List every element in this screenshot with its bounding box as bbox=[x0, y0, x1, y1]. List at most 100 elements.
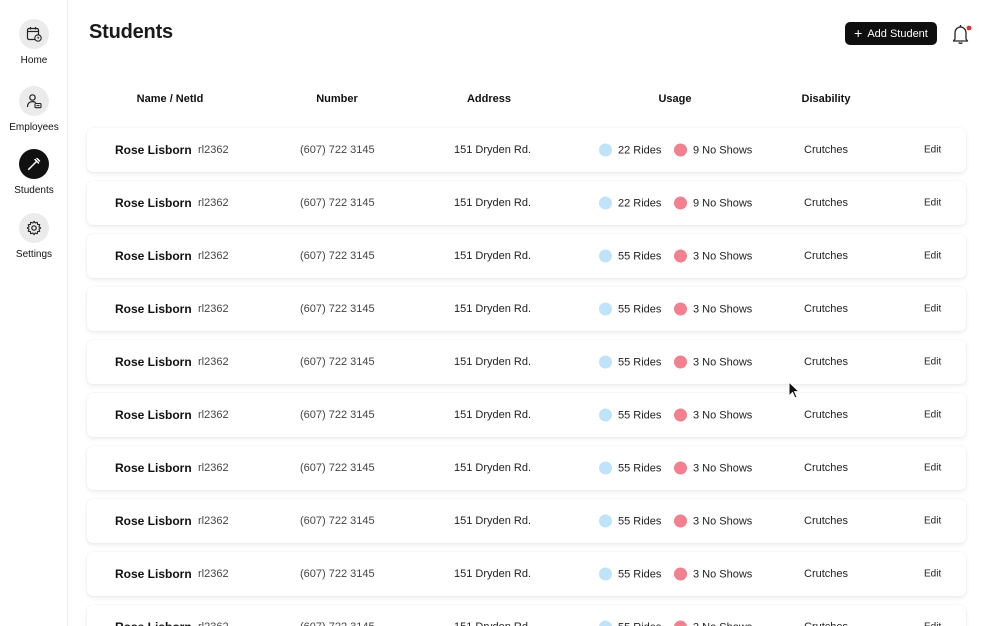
student-disability: Crutches bbox=[804, 144, 849, 156]
student-address: 151 Dryden Rd. bbox=[454, 409, 532, 421]
rides-usage: 55 Rides bbox=[599, 249, 662, 263]
no-shows-dot-icon bbox=[674, 514, 687, 528]
calendar-icon bbox=[26, 27, 42, 42]
no-shows-dot-icon bbox=[674, 249, 687, 263]
table-row: Rose Lisborn rl2362 (607) 722 3145 151 Dryd… bbox=[87, 340, 966, 384]
sidebar-item-employees[interactable]: Employees bbox=[0, 86, 68, 133]
no-shows-count: 3 No Shows bbox=[693, 303, 753, 315]
rides-count: 55 Rides bbox=[618, 568, 662, 580]
column-header-usage: Usage bbox=[658, 93, 692, 105]
rides-dot-icon bbox=[599, 249, 612, 263]
edit-button[interactable]: Edit bbox=[924, 410, 941, 421]
student-address: 151 Dryden Rd. bbox=[454, 356, 532, 368]
student-address: 151 Dryden Rd. bbox=[454, 621, 531, 626]
rides-count: 55 Rides bbox=[618, 250, 662, 262]
employees-icon bbox=[26, 94, 42, 109]
no-shows-usage: 3 No Shows bbox=[674, 461, 753, 475]
page-title: Students bbox=[89, 21, 173, 43]
student-number: (607) 722 3145 bbox=[300, 515, 375, 527]
bell-icon bbox=[952, 25, 972, 44]
student-netid: rl2362 bbox=[198, 515, 229, 527]
edit-button[interactable]: Edit bbox=[924, 357, 941, 368]
sidebar: Home Employees Students Settings bbox=[0, 0, 68, 626]
rides-usage: 55 Rides bbox=[599, 514, 662, 528]
edit-button[interactable]: Edit bbox=[924, 251, 941, 262]
table-row: Rose Lisborn rl2362 (607) 722 3145 151 Dryd… bbox=[87, 393, 966, 437]
student-netid: rl2362 bbox=[198, 462, 229, 474]
rides-dot-icon bbox=[599, 196, 612, 210]
no-shows-dot-icon bbox=[674, 355, 687, 369]
student-number: (607) 722 3145 bbox=[300, 621, 375, 626]
edit-button[interactable]: Edit bbox=[924, 569, 941, 580]
students-icon bbox=[27, 157, 41, 171]
no-shows-count: 3 No Shows bbox=[693, 462, 753, 474]
table-row: Rose Lisborn rl2362 (607) 722 3145 151 Dryd… bbox=[87, 552, 966, 596]
table-row: Rose Lisborn rl2362 (607) 722 3145 151 Dryd… bbox=[87, 128, 966, 172]
edit-button[interactable]: Edit bbox=[924, 198, 941, 209]
student-address: 151 Dryden Rd. bbox=[454, 144, 532, 156]
student-disability: Crutches bbox=[804, 250, 849, 262]
rides-count: 55 Rides bbox=[618, 303, 662, 315]
student-address: 151 Dryden Rd. bbox=[454, 303, 532, 315]
student-disability: Crutches bbox=[804, 621, 848, 626]
sidebar-item-settings[interactable]: Settings bbox=[0, 213, 68, 260]
no-shows-count: 3 No Shows bbox=[693, 356, 753, 368]
student-netid: rl2362 bbox=[198, 568, 229, 580]
student-disability: Crutches bbox=[804, 356, 849, 368]
student-name: Rose Lisborn bbox=[115, 620, 192, 626]
sidebar-item-home[interactable]: Home bbox=[0, 19, 68, 66]
rides-count: 55 Rides bbox=[618, 515, 662, 527]
column-header-number: Number bbox=[316, 93, 358, 105]
student-number: (607) 722 3145 bbox=[300, 462, 375, 474]
no-shows-count: 3 No Shows bbox=[693, 568, 753, 580]
student-address: 151 Dryden Rd. bbox=[454, 197, 532, 209]
no-shows-dot-icon bbox=[674, 461, 687, 475]
student-number: (607) 722 3145 bbox=[300, 568, 375, 580]
table-row: Rose Lisborn rl2362 (607) 722 3145 151 Dryd… bbox=[87, 181, 966, 225]
student-disability: Crutches bbox=[804, 462, 849, 474]
no-shows-dot-icon bbox=[674, 143, 687, 157]
student-name: Rose Lisborn bbox=[115, 355, 192, 369]
no-shows-usage: 3 No Shows bbox=[674, 567, 753, 581]
student-number: (607) 722 3145 bbox=[300, 197, 375, 209]
home-nav-circle bbox=[19, 19, 49, 49]
rides-count: 55 Rides bbox=[618, 356, 662, 368]
column-header-disability: Disability bbox=[801, 93, 851, 105]
no-shows-usage: 3 No Shows bbox=[674, 620, 752, 626]
sidebar-item-students[interactable]: Students bbox=[0, 149, 68, 196]
edit-button[interactable]: Edit bbox=[924, 145, 941, 156]
student-name: Rose Lisborn bbox=[115, 249, 192, 263]
table-row: Rose Lisborn rl2362 (607) 722 3145 151 Dryd… bbox=[87, 234, 966, 278]
rides-usage: 55 Rides bbox=[599, 461, 661, 475]
no-shows-usage: 3 No Shows bbox=[674, 302, 753, 316]
settings-nav-circle bbox=[19, 213, 49, 243]
add-student-button[interactable]: + Add Student bbox=[845, 22, 937, 45]
student-name: Rose Lisborn bbox=[115, 461, 192, 475]
student-disability: Crutches bbox=[804, 303, 849, 315]
no-shows-dot-icon bbox=[674, 408, 687, 422]
table-row: Rose Lisborn rl2362 (607) 722 3145 151 Dryd… bbox=[87, 446, 966, 490]
plus-icon: + bbox=[854, 25, 863, 41]
edit-button[interactable]: Edit bbox=[924, 622, 941, 626]
employees-nav-circle bbox=[19, 86, 49, 116]
no-shows-count: 3 No Shows bbox=[693, 621, 752, 626]
edit-button[interactable]: Edit bbox=[924, 516, 941, 527]
rides-usage: 22 Rides bbox=[599, 196, 661, 210]
student-disability: Crutches bbox=[804, 197, 849, 209]
student-number: (607) 722 3145 bbox=[300, 303, 375, 315]
rides-dot-icon bbox=[599, 620, 612, 626]
rides-usage: 55 Rides bbox=[599, 302, 662, 316]
students-nav-circle bbox=[19, 149, 49, 179]
no-shows-dot-icon bbox=[674, 620, 687, 626]
no-shows-usage: 9 No Shows bbox=[674, 196, 752, 210]
rides-usage: 55 Rides bbox=[599, 355, 662, 369]
student-name: Rose Lisborn bbox=[115, 143, 192, 157]
rides-count: 55 Rides bbox=[618, 409, 662, 421]
student-number: (607) 722 3145 bbox=[300, 144, 375, 156]
edit-button[interactable]: Edit bbox=[924, 304, 941, 315]
student-netid: rl2362 bbox=[198, 250, 229, 262]
column-header-address: Address bbox=[466, 93, 512, 105]
no-shows-dot-icon bbox=[674, 302, 687, 316]
notifications-button[interactable] bbox=[949, 22, 973, 46]
edit-button[interactable]: Edit bbox=[924, 463, 941, 474]
